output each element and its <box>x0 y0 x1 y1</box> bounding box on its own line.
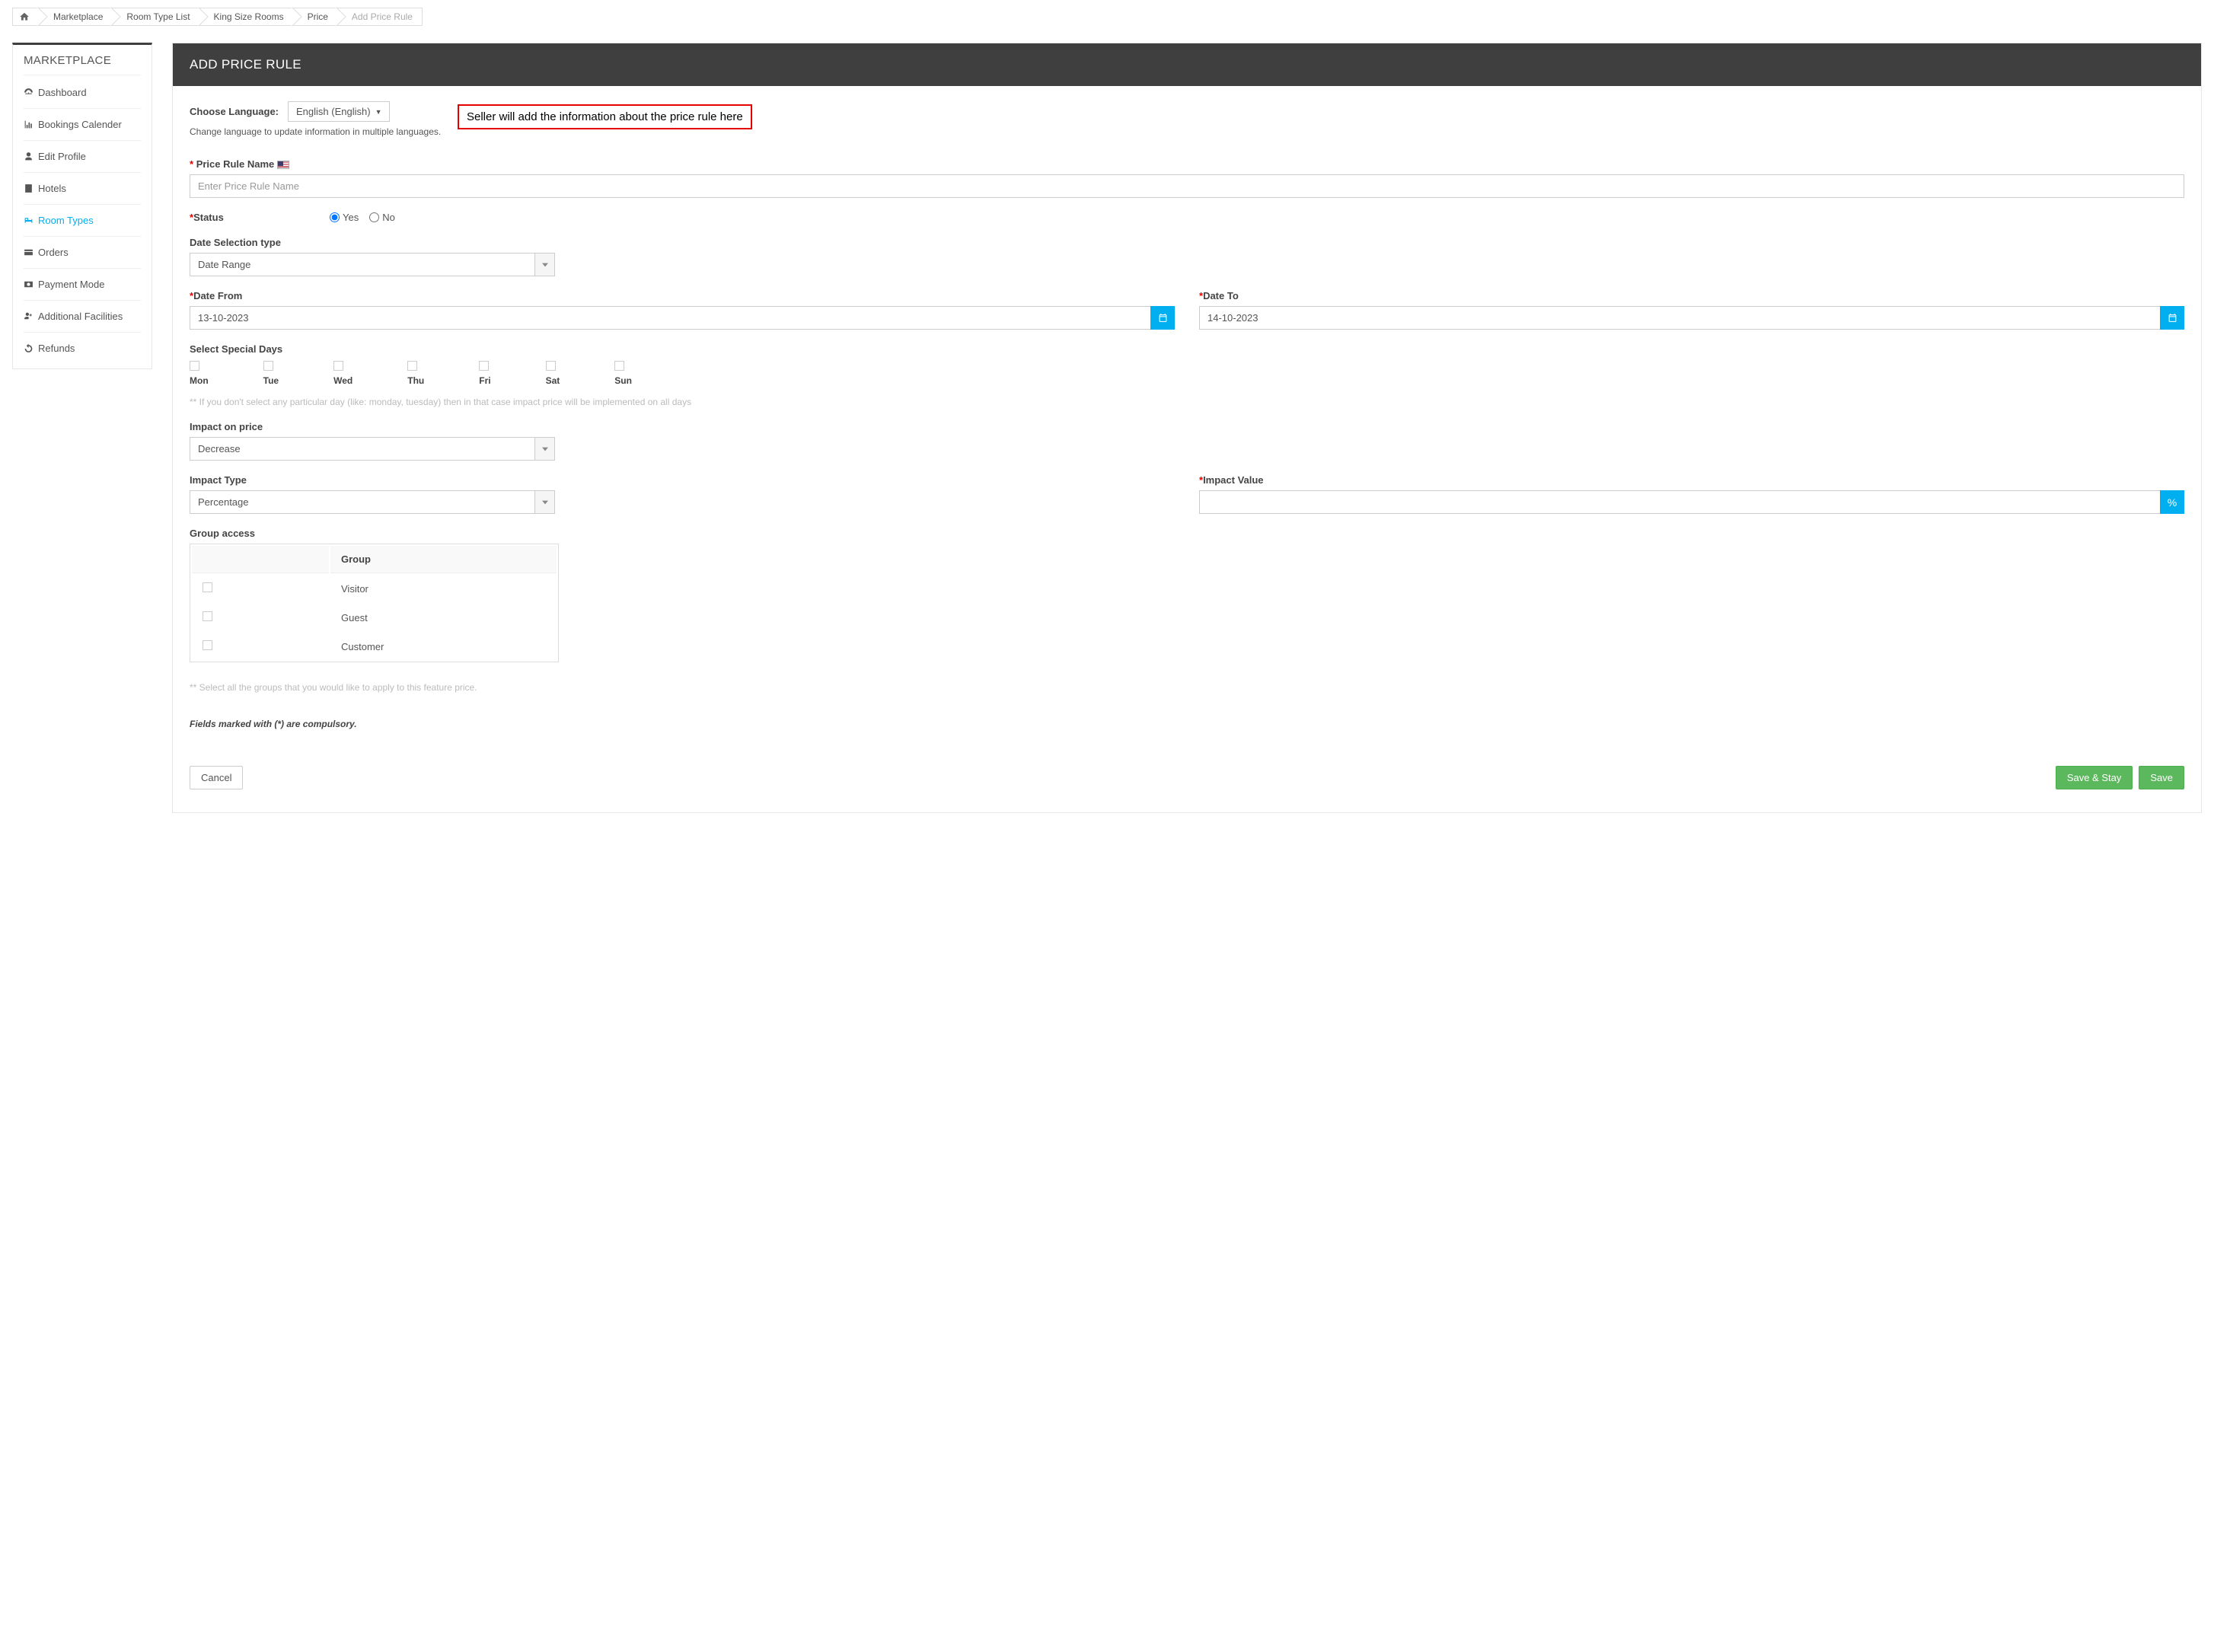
impact-value-input[interactable] <box>1199 490 2160 514</box>
date-selection-select[interactable]: Date Range <box>190 253 555 276</box>
save-stay-button[interactable]: Save & Stay <box>2056 766 2133 789</box>
group-header: Group <box>330 546 557 573</box>
day-fri: Fri <box>479 361 490 386</box>
table-row: Guest <box>192 604 557 631</box>
day-checkbox[interactable] <box>333 361 343 371</box>
sidebar: MARKETPLACE Dashboard Bookings Calender … <box>12 43 152 369</box>
refund-icon <box>24 343 33 353</box>
special-days-row: Mon Tue Wed Thu Fri Sat Sun <box>190 361 2184 386</box>
dropdown-icon <box>534 254 554 276</box>
sidebar-item-dashboard[interactable]: Dashboard <box>24 77 141 109</box>
day-checkbox[interactable] <box>263 361 273 371</box>
day-checkbox[interactable] <box>479 361 489 371</box>
cancel-button[interactable]: Cancel <box>190 766 243 789</box>
special-days-help: ** If you don't select any particular da… <box>190 397 2184 407</box>
page-title: ADD PRICE RULE <box>173 43 2201 86</box>
home-icon <box>19 11 30 22</box>
breadcrumb-home[interactable] <box>12 8 40 26</box>
dropdown-icon <box>534 491 554 513</box>
sidebar-item-bookings[interactable]: Bookings Calender <box>24 109 141 141</box>
breadcrumb: Marketplace Room Type List King Size Roo… <box>12 8 2202 26</box>
dashboard-icon <box>24 88 33 97</box>
price-rule-name-input[interactable] <box>190 174 2184 198</box>
save-button[interactable]: Save <box>2139 766 2184 789</box>
money-icon <box>24 279 33 289</box>
day-thu: Thu <box>407 361 424 386</box>
group-checkbox[interactable] <box>203 611 212 621</box>
language-label: Choose Language: <box>190 106 279 117</box>
price-rule-name-label: * Price Rule Name <box>190 158 2184 170</box>
breadcrumb-item[interactable]: King Size Rooms <box>200 8 294 26</box>
day-checkbox[interactable] <box>614 361 624 371</box>
impact-price-label: Impact on price <box>190 421 2184 432</box>
impact-value-label: *Impact Value <box>1199 474 2184 486</box>
impact-price-select[interactable]: Decrease <box>190 437 555 461</box>
group-checkbox[interactable] <box>203 582 212 592</box>
sidebar-item-hotels[interactable]: Hotels <box>24 173 141 205</box>
day-sun: Sun <box>614 361 632 386</box>
table-row: Visitor <box>192 575 557 602</box>
date-from-input[interactable] <box>190 306 1150 330</box>
breadcrumb-item[interactable]: Room Type List <box>113 8 199 26</box>
sidebar-item-facilities[interactable]: Additional Facilities <box>24 301 141 333</box>
user-icon <box>24 151 33 161</box>
day-checkbox[interactable] <box>407 361 417 371</box>
bed-icon <box>24 215 33 225</box>
users-plus-icon <box>24 311 33 321</box>
group-access-table: Group Visitor Guest Customer <box>190 544 559 662</box>
day-wed: Wed <box>333 361 353 386</box>
sidebar-item-room-types[interactable]: Room Types <box>24 205 141 237</box>
breadcrumb-item[interactable]: Marketplace <box>40 8 113 26</box>
card-icon <box>24 247 33 257</box>
sidebar-item-payment[interactable]: Payment Mode <box>24 269 141 301</box>
status-label: *Status <box>190 212 319 223</box>
status-no[interactable]: No <box>369 212 395 223</box>
dropdown-icon <box>534 438 554 460</box>
sidebar-item-orders[interactable]: Orders <box>24 237 141 269</box>
group-access-help: ** Select all the groups that you would … <box>190 682 2184 693</box>
impact-type-select[interactable]: Percentage <box>190 490 555 514</box>
calendar-icon[interactable] <box>1150 306 1175 330</box>
date-from-label: *Date From <box>190 290 1175 301</box>
day-checkbox[interactable] <box>546 361 556 371</box>
caret-down-icon: ▼ <box>375 108 382 116</box>
calendar-icon[interactable] <box>2160 306 2184 330</box>
callout-annotation: Seller will add the information about th… <box>458 104 752 129</box>
day-tue: Tue <box>263 361 279 386</box>
group-checkbox[interactable] <box>203 640 212 650</box>
breadcrumb-current: Add Price Rule <box>338 8 423 26</box>
table-row: Customer <box>192 633 557 660</box>
flag-us-icon <box>277 161 289 169</box>
status-yes[interactable]: Yes <box>330 212 359 223</box>
day-checkbox[interactable] <box>190 361 199 371</box>
date-to-label: *Date To <box>1199 290 2184 301</box>
date-to-input[interactable] <box>1199 306 2160 330</box>
day-mon: Mon <box>190 361 209 386</box>
sidebar-item-profile[interactable]: Edit Profile <box>24 141 141 173</box>
date-selection-label: Date Selection type <box>190 237 2184 248</box>
percent-addon: % <box>2160 490 2184 514</box>
compulsory-note: Fields marked with (*) are compulsory. <box>190 719 2184 729</box>
special-days-label: Select Special Days <box>190 343 2184 355</box>
main-panel: ADD PRICE RULE Choose Language: English … <box>172 43 2202 813</box>
sidebar-item-refunds[interactable]: Refunds <box>24 333 141 364</box>
day-sat: Sat <box>546 361 560 386</box>
building-icon <box>24 183 33 193</box>
chart-icon <box>24 120 33 129</box>
sidebar-title: MARKETPLACE <box>24 54 141 75</box>
group-access-label: Group access <box>190 528 2184 539</box>
language-select[interactable]: English (English) ▼ <box>288 101 390 122</box>
impact-type-label: Impact Type <box>190 474 1175 486</box>
